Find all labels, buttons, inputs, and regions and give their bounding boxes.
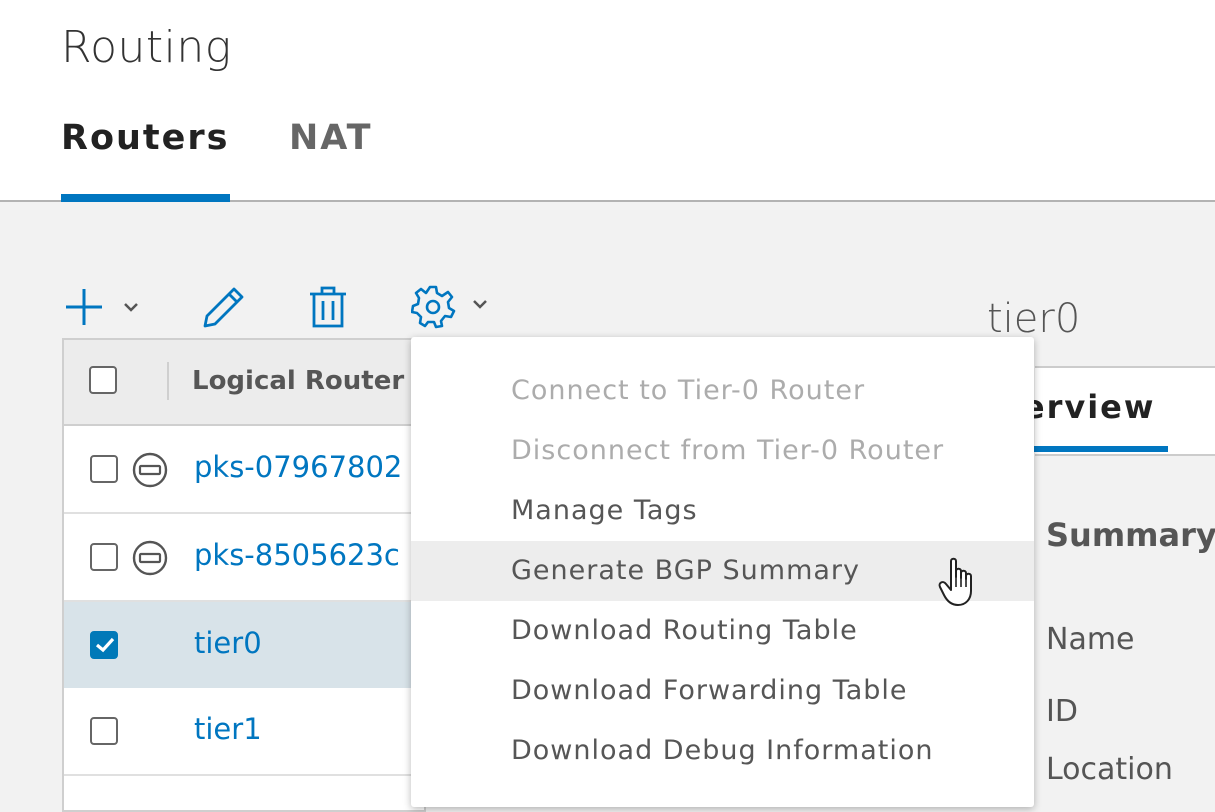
- table-row[interactable]: pks-8505623c: [64, 514, 424, 602]
- column-header-logical-router[interactable]: Logical Router: [192, 366, 404, 396]
- row-checkbox[interactable]: [90, 717, 118, 745]
- hand-pointer-icon: [938, 557, 972, 606]
- name-label: Name: [1046, 622, 1135, 657]
- tab-routers[interactable]: Routers: [61, 118, 229, 158]
- router-link[interactable]: pks-07967802: [194, 450, 402, 484]
- row-checkbox[interactable]: [90, 455, 118, 483]
- router-link[interactable]: tier1: [194, 712, 262, 746]
- location-label: Location: [1046, 752, 1173, 787]
- column-separator[interactable]: [167, 362, 169, 400]
- menu-item-download-debug-information[interactable]: Download Debug Information: [411, 721, 1034, 781]
- router-link[interactable]: tier0: [194, 626, 262, 660]
- edit-button[interactable]: [201, 284, 247, 330]
- gear-icon: [411, 285, 487, 329]
- id-label: ID: [1046, 694, 1078, 729]
- row-checkbox-checked[interactable]: [90, 631, 118, 659]
- plus-icon: [66, 289, 138, 325]
- add-button[interactable]: [64, 286, 148, 328]
- router-link[interactable]: pks-8505623c: [194, 538, 400, 572]
- minus-circle-icon: [132, 452, 168, 488]
- summary-heading: Summary: [1046, 516, 1215, 554]
- table-row-selected[interactable]: tier0: [64, 602, 424, 690]
- delete-button[interactable]: [307, 284, 349, 330]
- page-title: Routing: [61, 22, 232, 73]
- minus-circle-icon: [132, 540, 168, 576]
- tab-nat[interactable]: NAT: [289, 118, 373, 158]
- routers-grid: Logical Router pks-07967802 pks-8505623c…: [62, 338, 426, 812]
- page-header: Routing Routers NAT: [0, 0, 1215, 202]
- trash-icon: [310, 286, 346, 328]
- actions-menu-button[interactable]: [411, 283, 495, 329]
- checkmark-icon: [95, 637, 115, 653]
- menu-item-connect-tier0[interactable]: Connect to Tier-0 Router: [411, 361, 1034, 421]
- menu-item-manage-tags[interactable]: Manage Tags: [411, 481, 1034, 541]
- menu-item-disconnect-tier0[interactable]: Disconnect from Tier-0 Router: [411, 421, 1034, 481]
- menu-item-download-routing-table[interactable]: Download Routing Table: [411, 601, 1034, 661]
- menu-item-download-forwarding-table[interactable]: Download Forwarding Table: [411, 661, 1034, 721]
- table-row[interactable]: pks-07967802: [64, 426, 424, 514]
- overview-tab-indicator: [1033, 446, 1168, 452]
- select-all-checkbox[interactable]: [89, 366, 117, 394]
- grid-header: Logical Router: [64, 340, 424, 426]
- pencil-icon: [203, 287, 244, 328]
- detail-title: tier0: [987, 296, 1081, 342]
- row-checkbox[interactable]: [90, 543, 118, 571]
- active-tab-indicator: [61, 194, 230, 202]
- table-row[interactable]: tier1: [64, 688, 424, 776]
